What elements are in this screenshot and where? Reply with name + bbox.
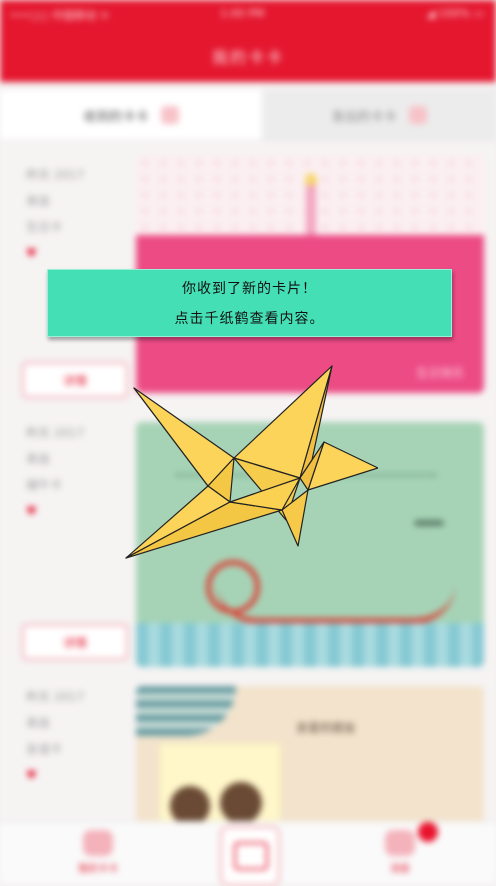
tab-label: 消息: [390, 864, 410, 875]
dragon-boat-image: [216, 582, 456, 624]
avatar: [170, 786, 210, 826]
message-icon: [385, 830, 415, 856]
candle-icon: [306, 185, 316, 235]
card-text: 亲爱的朋友: [296, 721, 357, 735]
card-type: 友谊卡: [26, 742, 63, 756]
clock: 1:00 PM: [220, 7, 265, 20]
paper-crane-icon[interactable]: [122, 360, 378, 562]
toast-line-2: 点击千纸鹤查看内容。: [174, 311, 325, 327]
new-card-toast[interactable]: 你收到了新的卡片！ 点击千纸鹤查看内容。: [47, 269, 452, 337]
like-icon: ♥: [26, 504, 37, 518]
card-text: 生日快乐: [415, 366, 464, 380]
card-date: 昨天 2017: [26, 690, 85, 704]
tab-sent[interactable]: 发出的卡卡: [262, 90, 496, 140]
card-meta: 昨天 2017 来自 端午卡 ♥: [26, 420, 122, 524]
card-tabs: 收到的卡卡 发出的卡卡: [0, 90, 496, 140]
page-title: 我的卡卡: [211, 48, 284, 67]
card-type: 端午卡: [26, 478, 63, 492]
avatar: [220, 782, 262, 824]
card-type: 生日卡: [26, 220, 63, 234]
card-from: 来自: [26, 716, 51, 730]
status-bar: •••○○ 中国移动 ᯤ 1:00 PM ◢ 100% ▭: [0, 0, 496, 28]
tab-label: 发出的卡卡: [331, 109, 397, 125]
notification-badge: [418, 822, 438, 842]
wave-decoration: [136, 686, 236, 736]
card-from: 来自: [26, 194, 51, 208]
crane-icon: [234, 842, 268, 870]
card-meta: 昨天 2017 来自 友谊卡 ♥: [26, 684, 122, 788]
wave-pattern: [136, 623, 484, 667]
tab-received[interactable]: 收到的卡卡: [0, 90, 262, 140]
card-preview[interactable]: 亲爱的朋友: [136, 686, 484, 826]
card-meta: 昨天 2017 来自 生日卡 ♥: [26, 162, 122, 266]
badge-icon: [160, 106, 179, 124]
tab-label: 收到的卡卡: [83, 109, 149, 125]
create-card-button[interactable]: [220, 826, 280, 886]
toast-line-1: 你收到了新的卡片！: [182, 281, 317, 297]
badge-icon: [408, 106, 427, 124]
like-icon: ♥: [26, 246, 37, 260]
detail-button[interactable]: 详情: [22, 624, 128, 660]
tab-my-cards[interactable]: 我的卡卡: [58, 830, 138, 882]
detail-button[interactable]: 详情: [22, 362, 128, 398]
like-icon: ♥: [26, 768, 37, 782]
signature: [414, 520, 444, 526]
card-date: 昨天 2017: [26, 426, 85, 440]
nav-bar: 我的卡卡: [0, 28, 496, 82]
card-date: 昨天 2017: [26, 168, 85, 182]
card-from: 来自: [26, 452, 51, 466]
tab-label: 我的卡卡: [78, 864, 118, 875]
battery-indicator: ◢ 100% ▭: [426, 7, 484, 20]
carrier-label: •••○○ 中国移动 ᯤ: [10, 9, 110, 22]
card-icon: [83, 830, 113, 856]
